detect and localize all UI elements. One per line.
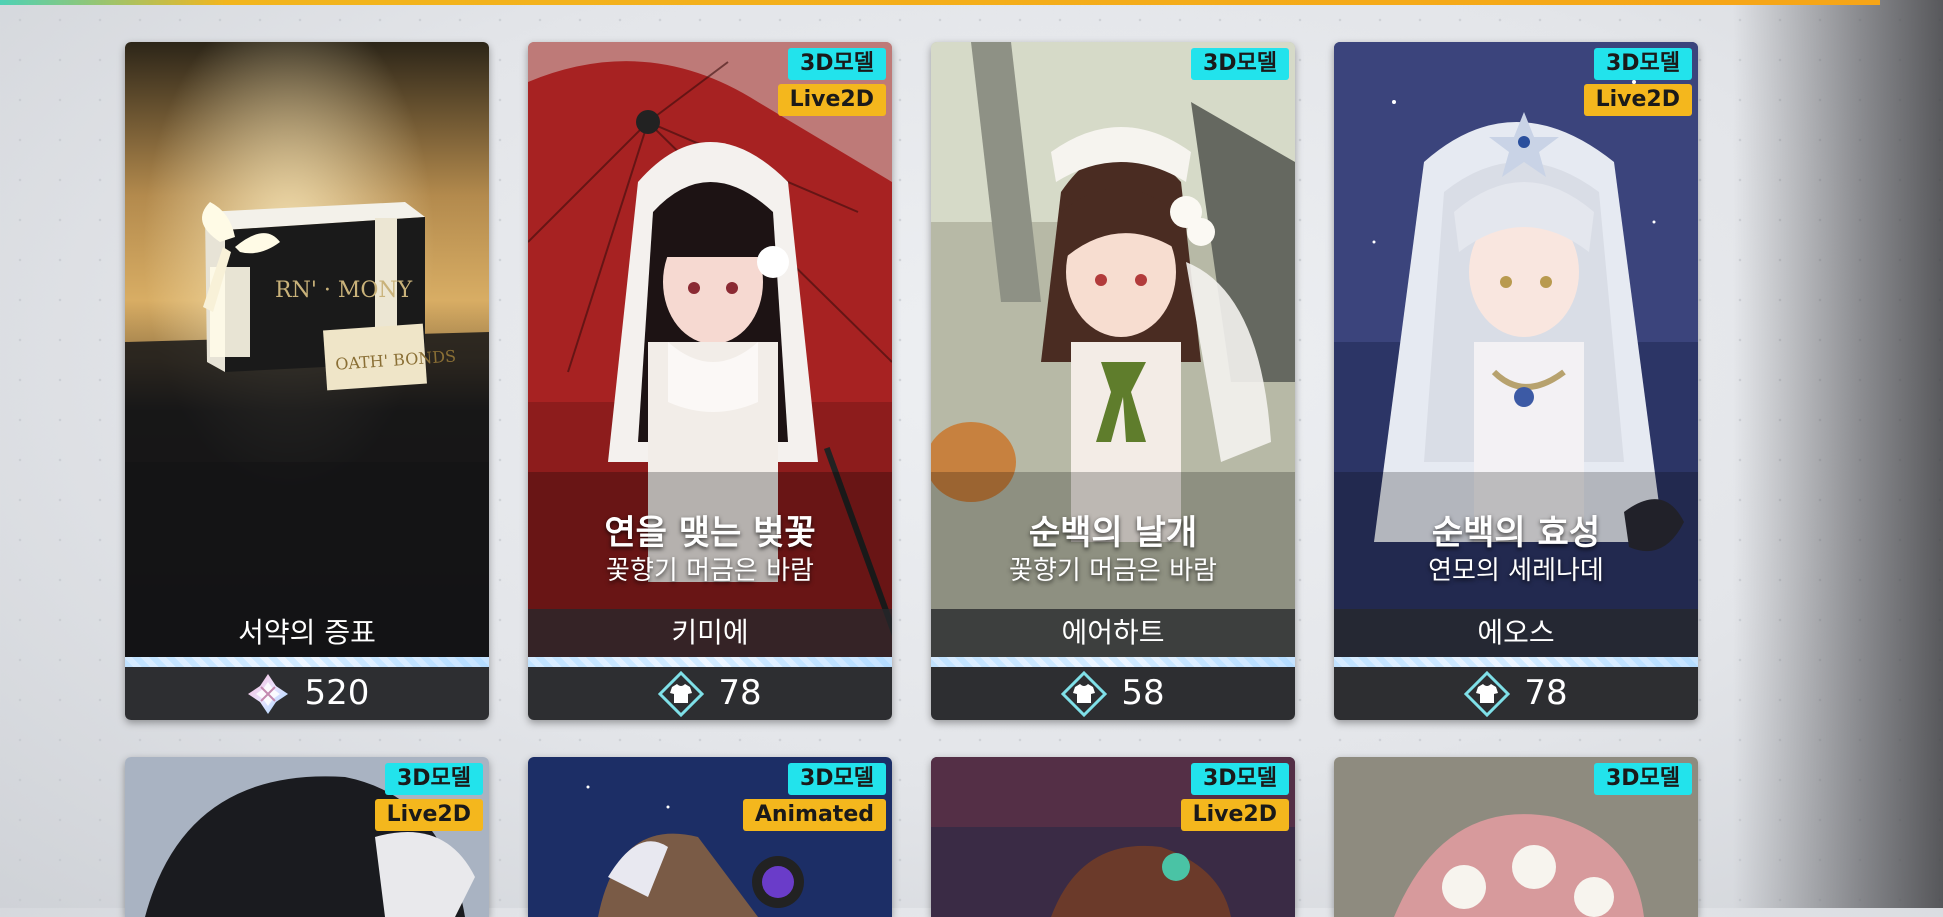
rarity-stripe xyxy=(1334,657,1698,667)
skin-titles: 순백의 날개 꽃향기 머금은 바람 xyxy=(931,512,1295,588)
price-value: 58 xyxy=(1121,673,1165,713)
character-name: 에오스 xyxy=(1334,609,1698,657)
badge-list: 3D모델 xyxy=(1593,763,1692,795)
badge-3d-model: 3D모델 xyxy=(384,763,483,795)
badge-animated: Animated xyxy=(742,799,886,831)
badge-live2d: Live2D xyxy=(777,84,886,116)
badge-3d-model: 3D모델 xyxy=(1190,48,1289,80)
badge-list: 3D모델 Live2D xyxy=(1180,763,1289,831)
oath-token-icon xyxy=(247,673,288,714)
shop-item-card-row2-1[interactable]: 3D모델 Live2D xyxy=(125,757,489,917)
price-value: 520 xyxy=(304,673,370,713)
badge-3d-model: 3D모델 xyxy=(1593,48,1692,80)
top-accent-bar xyxy=(0,0,1880,5)
badge-3d-model: 3D모델 xyxy=(787,763,886,795)
box-text: RN' · MONY xyxy=(275,278,413,303)
rarity-stripe xyxy=(125,657,489,667)
price-bar: 520 xyxy=(125,667,489,720)
shop-item-card-row2-3[interactable]: 3D모델 Live2D xyxy=(931,757,1295,917)
character-name: 키미에 xyxy=(528,609,892,657)
item-art: RN' · MONY OATH' BONDS xyxy=(125,42,489,657)
outfit-shirt-icon xyxy=(1464,670,1511,717)
badge-live2d: Live2D xyxy=(374,799,483,831)
badge-list: 3D모델 Live2D xyxy=(1583,48,1692,116)
shop-item-card-kimie[interactable]: 3D모델 Live2D 연을 맺는 벚꽃 꽃향기 머금은 바람 키미에 78 xyxy=(528,42,892,720)
badge-list: 3D모델 xyxy=(1190,48,1289,80)
rarity-stripe xyxy=(528,657,892,667)
outfit-shirt-icon xyxy=(658,670,705,717)
skin-subtitle: 꽃향기 머금은 바람 xyxy=(1009,556,1217,586)
shop-item-card-oath-token[interactable]: RN' · MONY OATH' BONDS 서약의 증표 520 xyxy=(125,42,489,720)
badge-3d-model: 3D모델 xyxy=(1593,763,1692,795)
badge-list: 3D모델 Live2D xyxy=(374,763,483,831)
right-edge-shade xyxy=(1733,0,1943,908)
price-bar: 78 xyxy=(528,667,892,720)
badge-list: 3D모델 Animated xyxy=(742,763,886,831)
skin-titles: 연을 맺는 벚꽃 꽃향기 머금은 바람 xyxy=(528,512,892,588)
shop-item-card-eos[interactable]: 3D모델 Live2D 순백의 효성 연모의 세레나데 에오스 78 xyxy=(1334,42,1698,720)
price-bar: 58 xyxy=(931,667,1295,720)
shop-item-card-airheart[interactable]: 3D모델 순백의 날개 꽃향기 머금은 바람 에어하트 58 xyxy=(931,42,1295,720)
item-name: 서약의 증표 xyxy=(125,609,489,657)
skin-title: 순백의 날개 xyxy=(1028,513,1198,553)
skin-titles: 순백의 효성 연모의 세레나데 xyxy=(1334,512,1698,588)
badge-list: 3D모델 Live2D xyxy=(777,48,886,116)
badge-live2d: Live2D xyxy=(1583,84,1692,116)
badge-3d-model: 3D모델 xyxy=(787,48,886,80)
skin-title: 순백의 효성 xyxy=(1431,513,1601,553)
outfit-shirt-icon xyxy=(1061,670,1108,717)
badge-live2d: Live2D xyxy=(1180,799,1289,831)
price-value: 78 xyxy=(1524,673,1568,713)
price-bar: 78 xyxy=(1334,667,1698,720)
character-name: 에어하트 xyxy=(931,609,1295,657)
rarity-stripe xyxy=(931,657,1295,667)
shop-item-card-row2-4[interactable]: 3D모델 xyxy=(1334,757,1698,917)
skin-subtitle: 꽃향기 머금은 바람 xyxy=(606,556,814,586)
shop-item-card-row2-2[interactable]: 3D모델 Animated xyxy=(528,757,892,917)
skin-title: 연을 맺는 벚꽃 xyxy=(604,513,816,553)
skin-subtitle: 연모의 세레나데 xyxy=(1428,556,1604,586)
badge-3d-model: 3D모델 xyxy=(1190,763,1289,795)
price-value: 78 xyxy=(718,673,762,713)
